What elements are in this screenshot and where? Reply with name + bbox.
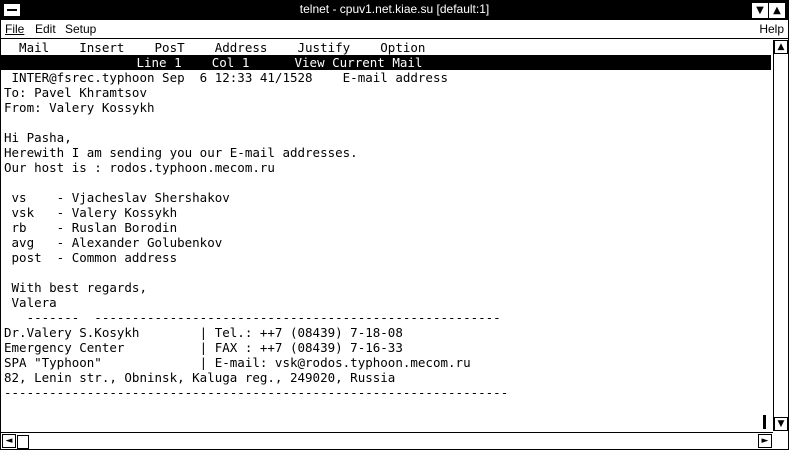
menu-setup[interactable]: Setup [65,22,96,36]
separator-line: ------- --------------------------------… [4,310,501,325]
signature-name: Valera [4,295,57,310]
window-title: telnet - cpuv1.net.kiae.su [default:1] [299,2,490,16]
vertical-scrollbar[interactable]: ▲ ▼ [773,40,788,431]
address-line: rb - Ruslan Borodin [4,220,178,235]
body-line: Herewith I am sending you our E-mail add… [4,145,358,160]
scroll-down-icon[interactable]: ▼ [774,417,788,431]
text-cursor [763,415,766,429]
address-line: avg - Alexander Golubenkov [4,235,223,250]
horizontal-scrollbar[interactable]: ◄ ► [1,432,773,449]
menu-edit[interactable]: Edit [35,22,56,36]
signature-line: SPA "Typhoon" | E-mail: vsk@rodos.typhoo… [4,355,471,370]
minimize-button[interactable]: ▼ [751,2,769,19]
telnet-window: telnet - cpuv1.net.kiae.su [default:1] ▼… [0,0,789,450]
greeting-line: Hi Pasha, [4,130,72,145]
status-line: Line 1 Col 1 View Current Mail [1,55,771,70]
address-line: vsk - Valery Kossykh [4,205,178,220]
scroll-left-icon[interactable]: ◄ [2,434,16,448]
menu-file-label: File [5,22,25,36]
signature-line: Emergency Center | FAX : ++7 (08439) 7-1… [4,340,403,355]
menu-help[interactable]: Help [759,22,784,36]
menu-bar: File Edit Setup Help [1,20,788,39]
scroll-up-icon[interactable]: ▲ [774,40,788,54]
signature-line: Dr.Valery S.Kosykh | Tel.: ++7 (08439) 7… [4,325,403,340]
body-line: Our host is : rodos.typhoon.mecom.ru [4,160,275,175]
from-line: From: Valery Kossykh [4,100,155,115]
horizontal-scroll-thumb[interactable] [17,435,29,449]
menu-file[interactable]: File [5,22,24,36]
signature-line: 82, Lenin str., Obninsk, Kaluga reg., 24… [4,370,396,385]
title-bar[interactable]: telnet - cpuv1.net.kiae.su [default:1] ▼… [1,1,788,20]
scroll-right-icon[interactable]: ► [758,434,772,448]
maximize-button[interactable]: ▲ [768,2,786,19]
terminal-screen[interactable]: Mail Insert PosT Address Justify Option … [1,40,773,430]
pine-menu-line[interactable]: Mail Insert PosT Address Justify Option [4,40,425,55]
address-line: post - Common address [4,250,178,265]
to-line: To: Pavel Khramtsov [4,85,147,100]
mail-header-line: INTER@fsrec.typhoon Sep 6 12:33 41/1528 … [4,70,449,85]
regards-line: With best regards, [4,280,147,295]
separator-line: ----------------------------------------… [4,385,509,400]
address-line: vs - Vjacheslav Shershakov [4,190,230,205]
